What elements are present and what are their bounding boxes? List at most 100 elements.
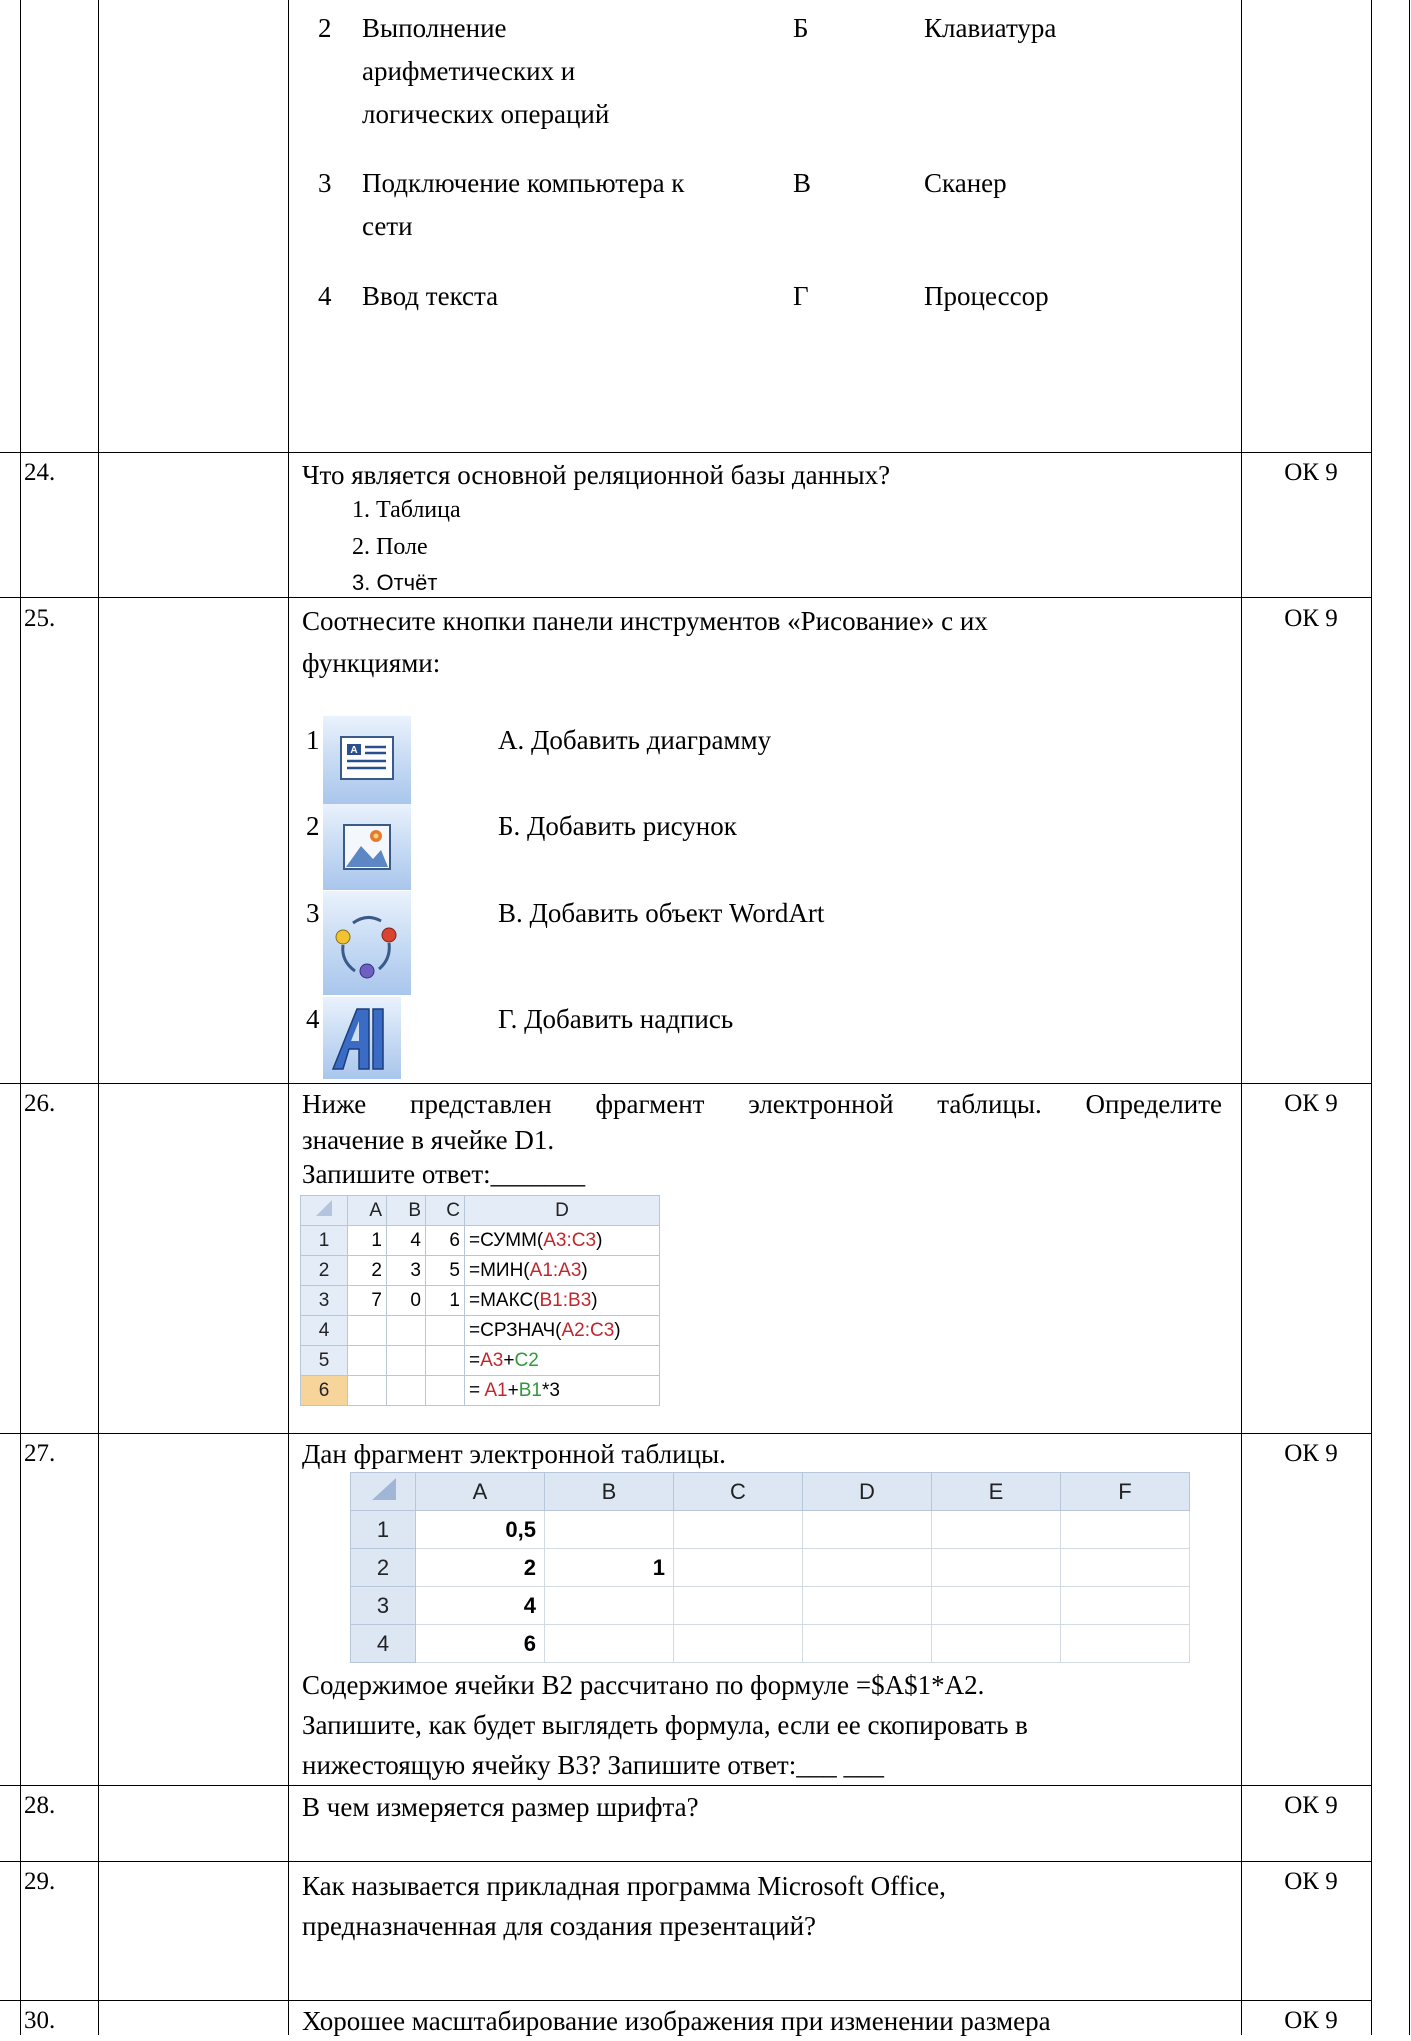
cell [1060, 1510, 1190, 1549]
column-header: C [425, 1195, 465, 1226]
question-text: В чем измеряется размер шрифта? [302, 1792, 699, 1822]
cell [931, 1510, 1061, 1549]
competency-code: ОК 9 [1284, 2007, 1338, 2034]
answer-option: 1. Таблица [352, 497, 461, 523]
formula-part: + [503, 1349, 515, 1371]
wordart-icon [323, 997, 401, 1079]
question-text: Запишите, как будет выглядеть формула, е… [302, 1710, 1028, 1740]
cell [802, 1586, 932, 1625]
table-column-divider [1371, 0, 1372, 2035]
select-all-icon [316, 1199, 332, 1216]
sheet-header-row: A B C D [300, 1195, 660, 1226]
match-option: А. Добавить диаграмму [498, 725, 772, 755]
answer-option: 3. Отчёт [352, 570, 438, 595]
cell: 2 [415, 1548, 545, 1587]
formula-part: ) [581, 1259, 588, 1281]
sheet-row: 46 [350, 1624, 1190, 1663]
item-number: 2 [306, 811, 320, 841]
competency-code: ОК 9 [1284, 459, 1338, 486]
cell [386, 1315, 426, 1346]
formula-cell: =СРЗНАЧ(A2:C3) [464, 1315, 660, 1346]
item-number: 3 [306, 898, 320, 928]
item-text: Выполнение [362, 13, 507, 43]
row-divider [0, 597, 1371, 598]
column-header: F [1060, 1472, 1190, 1511]
item-number: 3 [318, 168, 332, 198]
item-text: Ввод текста [362, 281, 499, 311]
column-header: D [802, 1472, 932, 1511]
cell: 6 [425, 1225, 465, 1256]
row-divider [0, 1083, 1371, 1084]
cell [673, 1624, 803, 1663]
question-number: 27. [24, 1440, 56, 1467]
item-device: Процессор [924, 281, 1049, 311]
item-text: логических операций [362, 99, 610, 129]
question-text: нижестоящую ячейку B3? Запишите ответ:__… [302, 1750, 884, 1780]
formula-part: A1:A3 [529, 1259, 582, 1281]
formula-cell: =МИН(A1:A3) [464, 1255, 660, 1286]
sheet-row: 1 0,5 [350, 1510, 1190, 1549]
row-divider [0, 1861, 1371, 1862]
item-device: Клавиатура [924, 13, 1057, 43]
sheet-row: 34 [350, 1586, 1190, 1625]
table-border-right [1409, 0, 1410, 2035]
cell [931, 1624, 1061, 1663]
formula-part: A3:C3 [543, 1229, 597, 1251]
sheet-row: 3 7 0 1 =МАКС(B1:B3) [300, 1285, 660, 1316]
formula-part: A3 [480, 1349, 504, 1371]
item-text: сети [362, 211, 413, 241]
competency-code: ОК 9 [1284, 1868, 1338, 1895]
formula-part: =СУММ( [469, 1229, 544, 1251]
question-text: Как называется прикладная программа Micr… [302, 1871, 946, 1901]
question-number: 30. [24, 2007, 56, 2034]
item-letter: Б [793, 13, 809, 43]
formula-part: B1 [518, 1379, 542, 1401]
diagram-cycle-icon [323, 891, 411, 995]
spreadsheet-fragment: A B C D E F 1 0,5 2 2 1 3 4 4 6 [350, 1472, 1190, 1663]
row-header: 3 [350, 1586, 416, 1625]
formula-cell: = A1+B1*3 [464, 1375, 660, 1406]
cell [673, 1586, 803, 1625]
row-header: 4 [350, 1624, 416, 1663]
cell [386, 1345, 426, 1376]
row-divider [0, 1785, 1371, 1786]
column-header: C [673, 1472, 803, 1511]
question-number: 26. [24, 1090, 56, 1117]
table-column-divider [98, 0, 99, 2035]
cell [347, 1375, 387, 1406]
sheet-corner [300, 1195, 348, 1226]
formula-part: = [469, 1379, 485, 1401]
formula-part: ) [591, 1289, 598, 1311]
cell: 3 [386, 1255, 426, 1286]
question-text: Содержимое ячейки B2 рассчитано по форму… [302, 1670, 985, 1700]
competency-code: ОК 9 [1284, 1440, 1338, 1467]
row-divider [0, 452, 1371, 453]
formula-part: C2 [514, 1349, 539, 1371]
sheet-corner [350, 1472, 416, 1511]
competency-code: ОК 9 [1284, 605, 1338, 632]
cell: 4 [415, 1586, 545, 1625]
question-number: 25. [24, 605, 56, 632]
select-all-icon [372, 1477, 396, 1500]
item-device: Сканер [924, 168, 1007, 198]
insert-picture-icon [323, 804, 411, 890]
formula-part: *3 [541, 1379, 560, 1401]
cell: 5 [425, 1255, 465, 1286]
question-text: Что является основной реляционной базы д… [302, 460, 891, 490]
cell [931, 1586, 1061, 1625]
cell: 0,5 [415, 1510, 545, 1549]
cell [802, 1624, 932, 1663]
column-header: A [415, 1472, 545, 1511]
formula-cell: =A3+C2 [464, 1345, 660, 1376]
item-text: арифметических и [362, 56, 576, 86]
cell [347, 1315, 387, 1346]
item-number: 4 [306, 1004, 320, 1034]
formula-part: =МАКС( [469, 1289, 540, 1311]
cell [544, 1624, 674, 1663]
table-column-divider [1241, 0, 1242, 2035]
row-header: 3 [300, 1285, 348, 1316]
cell [802, 1510, 932, 1549]
formula-part: ) [596, 1229, 603, 1251]
question-number: 28. [24, 1792, 56, 1819]
cell: 7 [347, 1285, 387, 1316]
